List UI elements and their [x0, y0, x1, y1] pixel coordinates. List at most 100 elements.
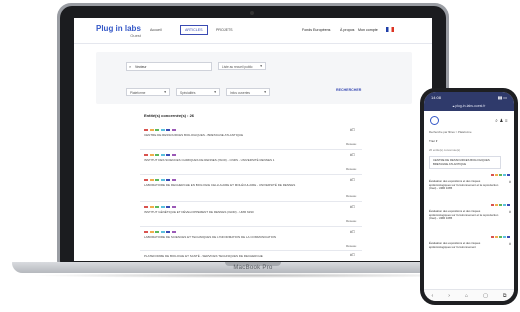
category-dots	[144, 179, 354, 181]
nav-account[interactable]: Mon compte	[358, 28, 378, 32]
divider	[140, 149, 362, 150]
bookmark-icon[interactable]: #☐	[350, 153, 355, 157]
nav-home[interactable]: Accueil	[150, 28, 162, 32]
result-item[interactable]: INSTITUT DES SCIENCES CHIMIQUES DE RENNE…	[144, 154, 354, 162]
header-icons: ⌕♟≡	[495, 118, 509, 124]
result-title[interactable]: INSTITUT DES SCIENCES CHIMIQUES DE RENNE…	[144, 158, 354, 162]
result-title[interactable]: PLATEFORME DE BIOLOGIE ET SANTÉ - SERVIC…	[144, 254, 354, 258]
nav-articles[interactable]: ARTICLES	[180, 25, 208, 35]
language-flag-icon[interactable]	[386, 27, 394, 32]
result-card[interactable]: CENTRE DE RESSOURCES BIOLOGIQUES BRETAGN…	[429, 156, 501, 170]
phone-frame: 14:08 ▮▮ ▭ 🔒︎ plug-in-labs-ouest.fr ⌕♟≡ …	[420, 88, 518, 305]
home-icon[interactable]: ⌂	[465, 293, 468, 299]
card-title: Évaluation des expositions et des risque…	[429, 241, 481, 249]
nav-funds[interactable]: Fonds Européens	[302, 28, 330, 32]
phone-screen: 14:08 ▮▮ ▭ 🔒︎ plug-in-labs-ouest.fr ⌕♟≡ …	[424, 92, 514, 301]
logo-text: Plug in labs	[96, 24, 141, 33]
platform-select-value: Plateforme	[130, 90, 146, 95]
category-dots	[491, 236, 510, 238]
chevron-down-icon: ▾	[435, 139, 438, 143]
result-item[interactable]: LABORATOIRE DE RECHERCHE EN BIOLOGIE CEL…	[144, 179, 354, 187]
result-item[interactable]: PLATEFORME DE BIOLOGIE ET SANTÉ - SERVIC…	[144, 254, 354, 258]
chevron-down-icon: ▾	[260, 64, 262, 68]
site-logo[interactable]: Plug in labs Ouest	[96, 24, 141, 38]
breadcrumb[interactable]: Recherche par filtres > Plateforme	[429, 130, 472, 134]
divider	[140, 226, 362, 227]
url-text: plug-in-labs-ouest.fr	[455, 104, 486, 108]
category-dots	[144, 231, 354, 233]
category-dots	[491, 204, 510, 206]
category-dots	[491, 174, 510, 176]
device-mockup: Plug in labs Ouest Accueil ARTICLES PROJ…	[0, 0, 520, 312]
search-value: Vecteur	[135, 64, 147, 69]
laptop-shadow	[30, 273, 476, 278]
search-input[interactable]: ⌕ Vecteur	[126, 62, 212, 71]
card-title: Évaluation des expositions et des risque…	[429, 179, 499, 191]
bookmarks-icon[interactable]: ▢	[483, 293, 488, 299]
site-logo-icon[interactable]	[430, 116, 439, 125]
address-bar[interactable]: 🔒︎ plug-in-labs-ouest.fr	[424, 102, 514, 111]
nav-about[interactable]: À propos	[340, 28, 354, 32]
result-label: Réseau	[346, 142, 357, 146]
result-card[interactable]: Évaluation des expositions et des risque…	[429, 209, 501, 221]
top-navbar: Plug in labs Ouest Accueil ARTICLES PROJ…	[74, 18, 432, 44]
bookmark-icon[interactable]: #☐	[350, 253, 355, 257]
bookmark-icon[interactable]: #☐	[350, 230, 355, 234]
chevron-down-icon: ▾	[164, 90, 166, 94]
result-card[interactable]: Évaluation des expositions et des risque…	[429, 241, 501, 249]
bookmark-icon[interactable]: #☐	[350, 128, 355, 132]
bookmark-icon[interactable]: #☐	[350, 178, 355, 182]
specialty-select[interactable]: Spécialités ▾	[176, 88, 220, 96]
results-count: 26 entité(s) concernée(s)	[429, 148, 461, 152]
divider	[140, 250, 362, 251]
back-icon[interactable]: ‹	[432, 293, 434, 299]
sort-label: Trier	[429, 139, 436, 143]
bookmark-icon[interactable]: #	[509, 180, 511, 184]
status-time: 14:08	[431, 95, 442, 100]
bookmark-icon[interactable]: #	[509, 210, 511, 214]
result-title[interactable]: CENTRE DE RESSOURCES BIOLOGIQUES - BRETA…	[144, 133, 354, 137]
result-label: Réseau	[346, 194, 357, 198]
nav-projects[interactable]: PROJETS	[216, 28, 233, 32]
info-select[interactable]: Infos ouvertes ▾	[226, 88, 270, 96]
laptop-screen: Plug in labs Ouest Accueil ARTICLES PROJ…	[74, 18, 432, 261]
camera-dot	[250, 11, 254, 15]
tabs-icon[interactable]: ⧉	[503, 293, 507, 299]
specialty-select-value: Spécialités	[180, 90, 196, 95]
result-label: Réseau	[346, 244, 357, 248]
chevron-down-icon: ▾	[214, 90, 216, 94]
status-bar: 14:08 ▮▮ ▭	[424, 92, 514, 102]
signal-battery-icon: ▮▮ ▭	[497, 95, 507, 100]
info-select-value: Infos ouvertes	[230, 90, 251, 95]
search-button[interactable]: RECHERCHER	[336, 88, 361, 92]
menu-icon[interactable]: ≡	[505, 118, 509, 123]
chevron-down-icon: ▾	[264, 90, 266, 94]
card-title: CENTRE DE RESSOURCES BIOLOGIQUES BRETAGN…	[433, 158, 490, 166]
result-card[interactable]: Évaluation des expositions et des risque…	[429, 179, 501, 191]
search-scope-select[interactable]: Liste au recueil public ▾	[218, 62, 266, 70]
result-item[interactable]: INSTITUT GÉNÉTIQUE ET DÉVELOPPEMENT DE R…	[144, 206, 354, 214]
result-title[interactable]: INSTITUT GÉNÉTIQUE ET DÉVELOPPEMENT DE R…	[144, 210, 354, 214]
result-label: Réseau	[346, 219, 357, 223]
result-title[interactable]: LABORATOIRE DE RECHERCHE EN BIOLOGIE CEL…	[144, 183, 354, 187]
bookmark-icon[interactable]: #☐	[350, 205, 355, 209]
bookmark-icon[interactable]: #	[509, 242, 511, 246]
divider	[140, 174, 362, 175]
browser-toolbar: ‹ › ⌂ ▢ ⧉	[424, 289, 514, 301]
platform-select[interactable]: Plateforme ▾	[126, 88, 170, 96]
forward-icon[interactable]: ›	[448, 293, 450, 299]
search-icon: ⌕	[129, 64, 132, 69]
sort-control[interactable]: Trier ▾	[429, 139, 437, 143]
category-dots	[144, 206, 354, 208]
logo-subtext: Ouest	[130, 33, 141, 38]
result-item[interactable]: CENTRE DE RESSOURCES BIOLOGIQUES - BRETA…	[144, 129, 354, 137]
result-item[interactable]: LABORATOIRE DE SCIENCES ET TECHNIQUES DE…	[144, 231, 354, 239]
category-dots	[144, 154, 354, 156]
result-label: Réseau	[346, 167, 357, 171]
filter-panel	[96, 52, 412, 104]
search-scope-value: Liste au recueil public	[222, 64, 253, 69]
result-title[interactable]: LABORATOIRE DE SCIENCES ET TECHNIQUES DE…	[144, 235, 354, 239]
category-dots	[144, 129, 354, 131]
results-count: Entité(s) concernée(s) : 26	[144, 113, 195, 118]
card-title: Évaluation des expositions et des risque…	[429, 209, 499, 221]
